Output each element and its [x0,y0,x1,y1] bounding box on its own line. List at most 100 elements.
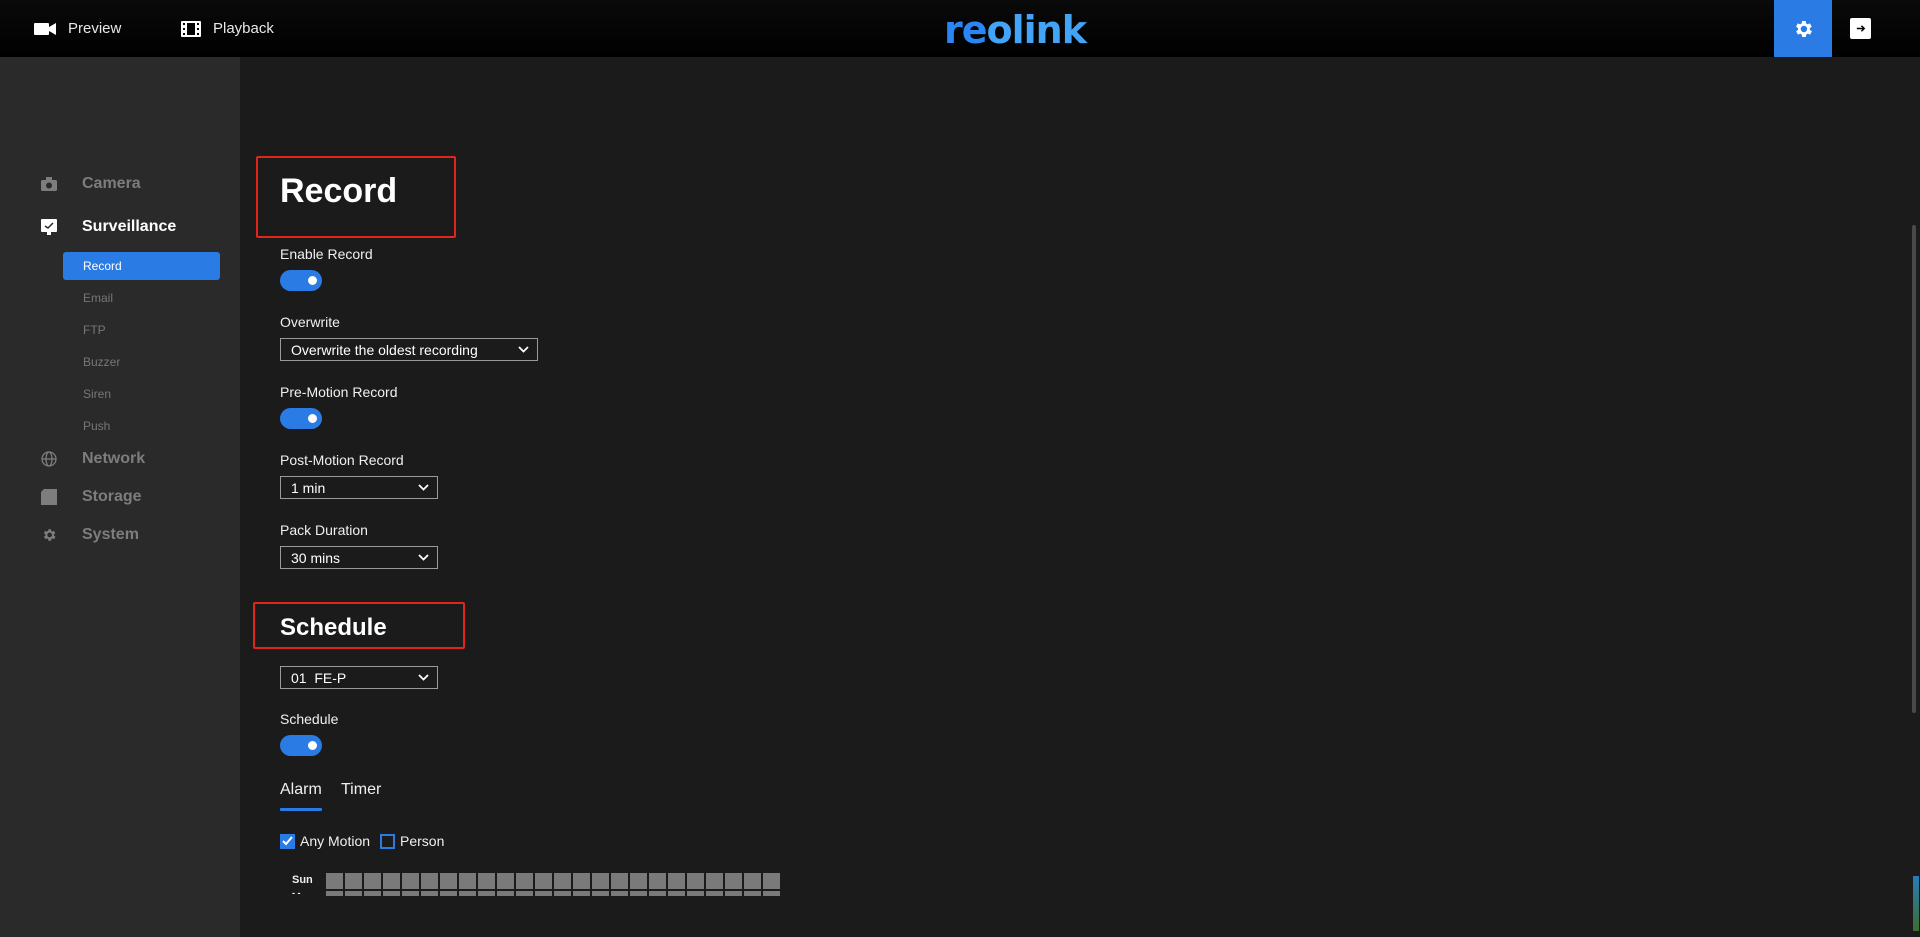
tab-active-underline [280,808,322,811]
person-checkbox[interactable]: Person [380,833,444,849]
schedule-hour-cell[interactable] [649,873,666,889]
schedule-hour-cell[interactable] [478,891,495,896]
sidebar-group-camera[interactable]: Camera [40,175,141,193]
schedule-hour-cell[interactable] [554,891,571,896]
schedule-grid-row[interactable] [326,873,780,889]
sidebar-item-record[interactable]: Record [63,252,220,280]
overwrite-label: Overwrite [280,314,340,330]
schedule-hour-cell[interactable] [687,891,704,896]
schedule-hour-cell[interactable] [706,873,723,889]
checkbox-unchecked-icon [380,833,395,849]
schedule-hour-cell[interactable] [459,891,476,896]
post-motion-value: 1 min [291,479,326,496]
record-section-title: Record [280,172,398,210]
logout-button[interactable] [1850,18,1871,39]
schedule-grid-row[interactable] [326,891,780,896]
schedule-hour-cell[interactable] [326,891,343,896]
schedule-hour-cell[interactable] [364,873,381,889]
sidebar-item-email[interactable]: Email [63,284,220,312]
schedule-hour-cell[interactable] [459,873,476,889]
schedule-hour-cell[interactable] [744,873,761,889]
settings-button[interactable] [1774,0,1832,57]
pre-motion-label: Pre-Motion Record [280,384,398,400]
schedule-hour-cell[interactable] [440,891,457,896]
schedule-hour-cell[interactable] [383,891,400,896]
schedule-hour-cell[interactable] [668,891,685,896]
monitor-icon [40,218,58,236]
schedule-hour-cell[interactable] [668,873,685,889]
sidebar-item-label: Push [83,419,111,433]
sidebar-group-storage[interactable]: Storage [40,488,142,506]
schedule-hour-cell[interactable] [364,891,381,896]
schedule-hour-cell[interactable] [516,873,533,889]
any-motion-label: Any Motion [300,833,371,849]
globe-icon [40,450,58,468]
overwrite-value: Overwrite the oldest recording [291,341,478,358]
schedule-hour-cell[interactable] [763,873,780,889]
schedule-hour-cell[interactable] [611,891,628,896]
schedule-hour-cell[interactable] [706,891,723,896]
sidebar-group-surveillance[interactable]: Surveillance [40,218,176,236]
schedule-hour-cell[interactable] [554,873,571,889]
schedule-hour-cell[interactable] [440,873,457,889]
schedule-hour-cell[interactable] [345,891,362,896]
schedule-hour-cell[interactable] [687,873,704,889]
schedule-hour-cell[interactable] [402,891,419,896]
post-motion-select[interactable]: 1 min [280,476,438,499]
schedule-hour-cell[interactable] [592,873,609,889]
film-icon [181,20,201,37]
logout-icon [1856,25,1866,32]
schedule-hour-cell[interactable] [744,891,761,896]
tab-timer[interactable]: Timer [341,781,381,799]
schedule-hour-cell[interactable] [535,891,552,896]
schedule-hour-cell[interactable] [763,891,780,896]
sidebar-item-buzzer[interactable]: Buzzer [63,348,220,376]
schedule-hour-cell[interactable] [573,891,590,896]
nav-preview[interactable]: Preview [34,0,121,57]
schedule-day-label: Sun [292,874,313,886]
schedule-hour-cell[interactable] [535,873,552,889]
schedule-hour-cell[interactable] [592,891,609,896]
schedule-hour-cell[interactable] [573,873,590,889]
channel-select[interactable]: 01 FE-P [280,666,438,689]
schedule-hour-cell[interactable] [383,873,400,889]
schedule-hour-cell[interactable] [345,873,362,889]
scrollbar[interactable] [1912,225,1916,713]
sidebar-item-ftp[interactable]: FTP [63,316,220,344]
nav-playback[interactable]: Playback [181,0,274,57]
schedule-hour-cell[interactable] [326,873,343,889]
schedule-hour-cell[interactable] [630,873,647,889]
schedule-hour-cell[interactable] [421,891,438,896]
person-label: Person [400,833,445,849]
schedule-hour-cell[interactable] [421,873,438,889]
schedule-hour-cell[interactable] [725,873,742,889]
tab-alarm[interactable]: Alarm [280,781,322,799]
schedule-hour-cell[interactable] [497,891,514,896]
any-motion-checkbox[interactable]: Any Motion [280,833,370,849]
sidebar-item-label: FTP [83,323,106,337]
pre-motion-toggle[interactable] [280,408,322,429]
sidebar-group-system[interactable]: System [40,526,139,544]
sidebar-group-label: System [82,526,139,543]
nav-preview-label: Preview [68,20,122,37]
schedule-hour-cell[interactable] [497,873,514,889]
schedule-hour-cell[interactable] [630,891,647,896]
schedule-hour-cell[interactable] [649,891,666,896]
channel-value: 01 FE-P [291,669,347,686]
schedule-hour-cell[interactable] [402,873,419,889]
sidebar-item-siren[interactable]: Siren [63,380,220,408]
sidebar-item-push[interactable]: Push [63,412,220,440]
pack-duration-select[interactable]: 30 mins [280,546,438,569]
overwrite-select[interactable]: Overwrite the oldest recording [280,338,538,361]
post-motion-label: Post-Motion Record [280,452,404,468]
schedule-hour-cell[interactable] [725,891,742,896]
enable-record-toggle[interactable] [280,270,322,291]
schedule-toggle[interactable] [280,735,322,756]
sidebar-group-network[interactable]: Network [40,450,145,468]
schedule-hour-cell[interactable] [478,873,495,889]
schedule-hour-cell[interactable] [611,873,628,889]
schedule-hour-cell[interactable] [516,891,533,896]
sidebar-group-label: Surveillance [82,218,177,235]
logo-part-b: o [986,8,1013,52]
nav-playback-label: Playback [213,20,274,37]
